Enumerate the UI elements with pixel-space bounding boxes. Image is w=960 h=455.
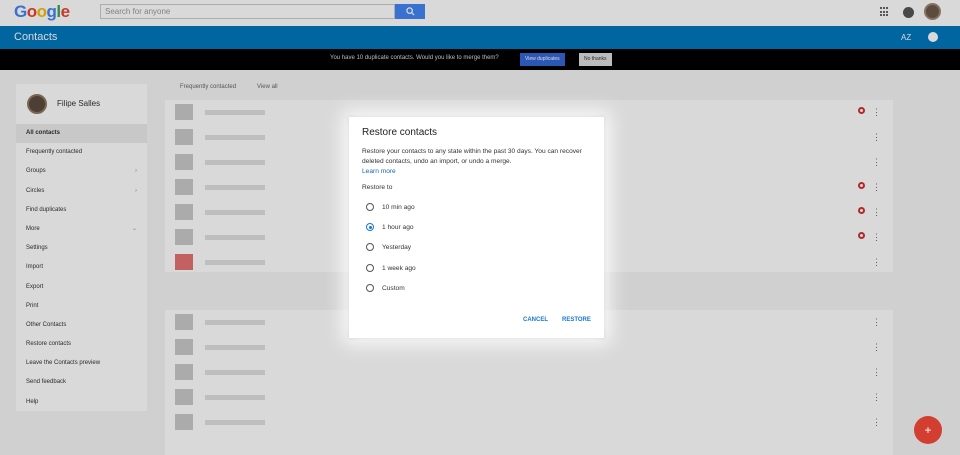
learn-more-link[interactable]: Learn more: [362, 168, 396, 175]
option-1-hour-ago[interactable]: 1 hour ago: [366, 221, 414, 233]
cancel-button[interactable]: CANCEL: [523, 317, 548, 323]
dialog-description: Restore your contacts to any state withi…: [362, 148, 582, 165]
radio-button[interactable]: [366, 264, 374, 272]
radio-button-selected[interactable]: [366, 223, 374, 231]
option-custom[interactable]: Custom: [366, 282, 405, 294]
dialog-title: Restore contacts: [362, 127, 438, 138]
restore-button[interactable]: RESTORE: [562, 317, 591, 323]
radio-button[interactable]: [366, 203, 374, 211]
restore-to-label: Restore to: [362, 184, 393, 191]
add-person-icon: +: [924, 423, 932, 437]
radio-button[interactable]: [366, 284, 374, 292]
option-yesterday[interactable]: Yesterday: [366, 241, 411, 253]
add-contact-fab[interactable]: +: [914, 416, 942, 444]
restore-contacts-dialog: Restore contacts Restore your contacts t…: [349, 117, 604, 338]
radio-button[interactable]: [366, 243, 374, 251]
option-1-week-ago[interactable]: 1 week ago: [366, 262, 416, 274]
option-10-min-ago[interactable]: 10 min ago: [366, 201, 415, 213]
